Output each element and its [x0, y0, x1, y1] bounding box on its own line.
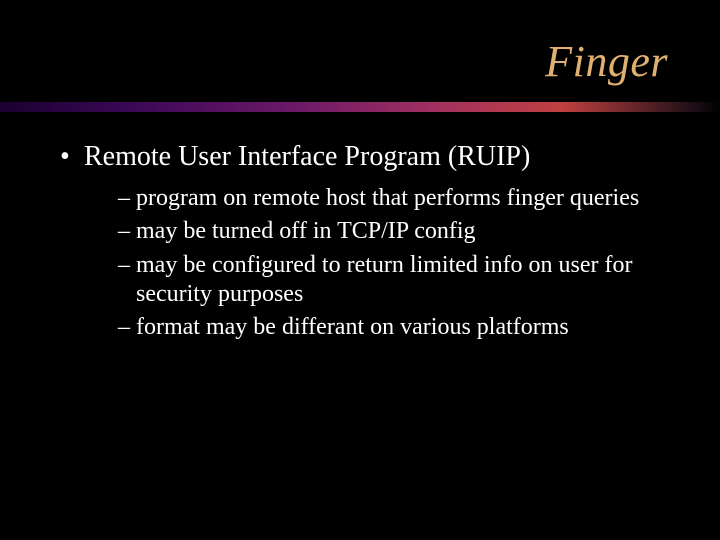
subitem: – format may be differant on various pla… [118, 313, 670, 342]
subitem-text: format may be differant on various platf… [136, 314, 569, 340]
subitem-text: may be turned off in TCP/IP config [136, 218, 476, 244]
body-area: • Remote User Interface Program (RUIP) –… [60, 140, 670, 354]
bullet-level1-text: Remote User Interface Program (RUIP) [84, 141, 530, 172]
dash-icon: – [118, 184, 130, 213]
bullet-level1: • Remote User Interface Program (RUIP) –… [60, 140, 670, 342]
title-area: Finger [0, 36, 720, 87]
dash-icon: – [118, 251, 130, 280]
slide-title: Finger [545, 37, 668, 86]
sublist: – program on remote host that performs f… [84, 184, 670, 342]
slide: Finger • Remote User Interface Program (… [0, 0, 720, 540]
dash-icon: – [118, 313, 130, 342]
subitem: – may be turned off in TCP/IP config [118, 217, 670, 246]
subitem: – program on remote host that performs f… [118, 184, 670, 213]
dash-icon: – [118, 217, 130, 246]
subitem: – may be configured to return limited in… [118, 251, 670, 310]
divider-bar [0, 102, 720, 112]
bullet-icon: • [60, 140, 70, 174]
subitem-text: may be configured to return limited info… [136, 252, 633, 307]
subitem-text: program on remote host that performs fin… [136, 185, 639, 211]
